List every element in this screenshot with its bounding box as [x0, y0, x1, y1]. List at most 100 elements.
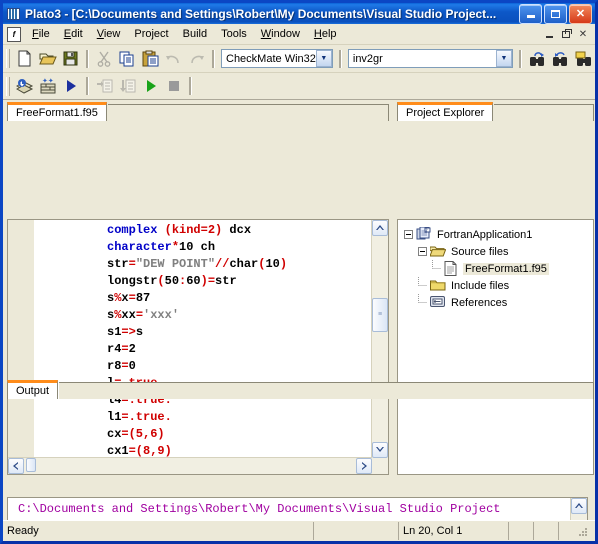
code-token: xx	[121, 308, 136, 322]
tree-indent	[418, 277, 427, 294]
source-file-icon	[444, 261, 460, 276]
editor-scroll-thumb[interactable]: ≡	[372, 298, 388, 332]
tree-node[interactable]: Source files	[404, 243, 593, 260]
find-in-files-button[interactable]	[572, 48, 595, 70]
output-line: Compilation completed with no errors.	[18, 519, 570, 521]
close-icon: ✕	[575, 7, 586, 20]
menu-item-view[interactable]: View	[90, 26, 128, 42]
build-toolbar: ✦✦	[3, 73, 595, 100]
compile-button[interactable]	[13, 75, 36, 97]
mdi-restore-button[interactable]	[558, 27, 574, 41]
code-text[interactable]: complex (kind=2) dcx character*10 ch str="…	[34, 220, 388, 474]
tree-node[interactable]: References	[404, 294, 593, 311]
project-tabstrip: Project Explorer	[397, 100, 594, 121]
code-token: 87	[135, 291, 151, 305]
tab-freeformat1[interactable]: FreeFormat1.f95	[7, 102, 107, 121]
redo-button	[185, 48, 208, 70]
tree-indent	[432, 260, 441, 277]
start-debug-button[interactable]	[139, 75, 162, 97]
maximize-button[interactable]	[544, 3, 567, 24]
menu-item-project[interactable]: Project	[127, 26, 175, 42]
editor-scroll-up-button[interactable]	[372, 220, 388, 236]
build-button[interactable]: ✦✦	[36, 75, 59, 97]
tree-node[interactable]: F FortranApplication1	[404, 226, 593, 243]
code-line: s%xx='xxx'	[34, 307, 388, 324]
menu-item-tools[interactable]: Tools	[214, 26, 254, 42]
code-line: s%x=87	[34, 290, 388, 307]
tree-node-label: References	[451, 296, 508, 309]
copy-button[interactable]	[116, 48, 139, 70]
editor-scroll-left-button[interactable]	[8, 458, 24, 474]
code-token: cx	[107, 427, 122, 441]
editor-hscroll-thumb[interactable]	[26, 458, 36, 472]
output-text: C:\Documents and Settings\Robert\My Docu…	[8, 498, 570, 520]
chevron-down-icon-2[interactable]: ▼	[496, 50, 512, 67]
binoculars-find-icon	[530, 51, 544, 66]
save-file-button[interactable]	[59, 48, 82, 70]
editor-horizontal-scrollbar[interactable]	[8, 457, 372, 474]
minimize-button[interactable]	[519, 3, 542, 24]
run-button[interactable]	[59, 75, 82, 97]
binoculars-find-in-files-icon	[575, 51, 591, 66]
find-button[interactable]	[526, 48, 549, 70]
chevron-up-icon-2	[575, 503, 583, 508]
editor-scroll-right-button[interactable]	[356, 458, 372, 474]
menu-item-help[interactable]: Help	[307, 26, 344, 42]
code-token: 0	[128, 359, 136, 373]
folder-yellow-icon	[430, 278, 446, 293]
code-line: r8=0	[34, 358, 388, 375]
mdi-minimize-icon	[545, 35, 553, 38]
collapse-icon[interactable]	[418, 247, 427, 256]
menu-item-file[interactable]: File	[25, 26, 57, 42]
code-token: (	[157, 274, 165, 288]
main-toolbar: CheckMate Win32 ▼ inv2gr ▼	[3, 45, 595, 73]
code-token: 10 ch	[179, 240, 216, 254]
code-line: r4=2	[34, 341, 388, 358]
output-vertical-scrollbar[interactable]	[570, 498, 587, 520]
menu-item-edit[interactable]: Edit	[57, 26, 90, 42]
menu-item-window[interactable]: Window	[254, 26, 307, 42]
project-explorer-pane[interactable]: F FortranApplication1 Source files FreeForm…	[397, 219, 594, 475]
chevron-right-icon	[362, 462, 367, 470]
code-editor-pane[interactable]: complex (kind=2) dcx character*10 ch str="…	[7, 219, 389, 475]
editor-scroll-down-button[interactable]	[372, 442, 388, 458]
chevron-down-icon[interactable]: ▼	[315, 50, 332, 67]
mdi-minimize-button[interactable]	[541, 27, 557, 41]
project-icon: F	[416, 227, 432, 242]
resize-grip-icon[interactable]	[575, 524, 589, 538]
close-button[interactable]: ✕	[569, 3, 592, 24]
code-token: str	[107, 257, 129, 271]
configuration-value: CheckMate Win32	[226, 52, 316, 65]
find-next-button[interactable]	[549, 48, 572, 70]
output-scroll-up-button[interactable]	[571, 498, 587, 514]
build-toolbar-grip[interactable]	[6, 76, 10, 96]
tree-node[interactable]: FreeFormat1.f95	[404, 260, 593, 277]
toolbar-separator-4	[519, 49, 522, 68]
editor-vertical-scrollbar[interactable]: ≡	[371, 220, 388, 458]
output-pane[interactable]: C:\Documents and Settings\Robert\My Docu…	[7, 497, 588, 520]
open-file-button[interactable]	[36, 48, 59, 70]
code-token: l1	[107, 410, 122, 424]
configuration-combo[interactable]: CheckMate Win32 ▼	[221, 49, 333, 68]
tree-node[interactable]: Include files	[404, 277, 593, 294]
output-line: C:\Documents and Settings\Robert\My Docu…	[18, 502, 501, 516]
new-file-button[interactable]	[13, 48, 36, 70]
tab-output[interactable]: Output	[7, 380, 59, 399]
paste-button[interactable]	[139, 48, 162, 70]
project-tree[interactable]: F FortranApplication1 Source files FreeForm…	[398, 220, 593, 311]
open-folder-icon	[38, 53, 57, 65]
symbol-combo[interactable]: inv2gr ▼	[347, 49, 513, 68]
collapse-icon[interactable]	[404, 230, 413, 239]
toolbar-grip[interactable]	[6, 49, 10, 68]
toolbar-separator-2	[212, 49, 215, 68]
code-token: *	[171, 240, 180, 254]
code-token: s	[135, 325, 144, 339]
code-token: =(8,9)	[128, 444, 172, 458]
minimize-icon	[526, 15, 535, 18]
status-panel-blank-1	[313, 522, 398, 540]
menu-item-build[interactable]: Build	[176, 26, 214, 42]
mdi-close-button[interactable]: ✕	[575, 27, 591, 41]
code-token: (kind=2)	[164, 223, 223, 237]
tab-project-explorer[interactable]: Project Explorer	[397, 102, 494, 121]
